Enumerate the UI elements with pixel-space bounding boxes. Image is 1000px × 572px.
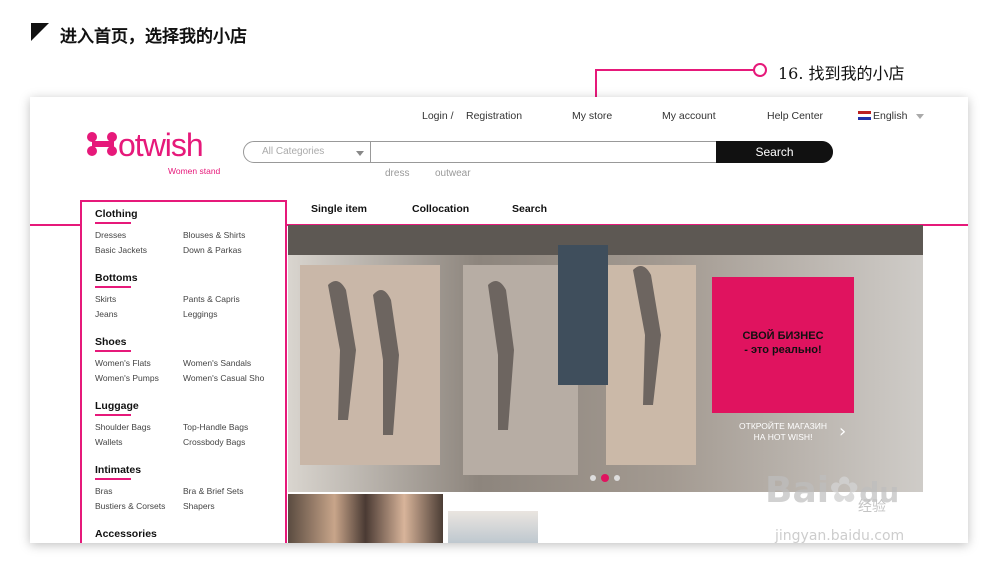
category-group-accessories: Accessories <box>95 528 157 540</box>
category-item[interactable]: Crossbody Bags <box>183 437 245 447</box>
promo-line-1: СВОЙ БИЗНЕС <box>742 330 824 342</box>
promo-line-2: - это реально! <box>744 344 822 357</box>
slider-dot[interactable] <box>614 475 620 481</box>
category-item[interactable]: Bras <box>95 486 112 496</box>
login-link[interactable]: Login / <box>422 110 454 122</box>
help-center-link[interactable]: Help Center <box>767 110 823 122</box>
my-store-link[interactable]: My store <box>572 110 612 122</box>
watermark-cn: 经验 <box>858 499 886 515</box>
language-label: English <box>873 110 908 122</box>
category-group-luggage: Luggage <box>95 400 139 416</box>
slider-dot[interactable] <box>590 475 596 481</box>
search-hint-outwear[interactable]: outwear <box>435 168 471 179</box>
nav-collocation[interactable]: Collocation <box>412 203 469 215</box>
category-item[interactable]: Shapers <box>183 501 215 511</box>
category-item[interactable]: Top-Handle Bags <box>183 422 248 432</box>
category-item[interactable]: Bustiers & Corsets <box>95 501 165 511</box>
product-thumbnail[interactable] <box>448 511 538 543</box>
category-group-bottoms: Bottoms <box>95 272 138 288</box>
search-hint-dress[interactable]: dress <box>385 168 409 179</box>
category-item[interactable]: Blouses & Shirts <box>183 230 245 240</box>
callout-text: 16. 找到我的小店 <box>778 64 905 83</box>
hero-banner[interactable]: СВОЙ БИЗНЕС - это реально! ОТКРОЙТЕ МАГА… <box>288 225 923 492</box>
cta-line-1: ОТКРОЙТЕ МАГАЗИН <box>739 421 827 431</box>
callout-dot-icon <box>753 63 767 77</box>
my-account-link[interactable]: My account <box>662 110 716 122</box>
category-title[interactable]: Shoes <box>95 336 131 348</box>
category-item[interactable]: Wallets <box>95 437 123 447</box>
title-underline <box>95 478 131 480</box>
category-item[interactable]: Women's Sandals <box>183 358 251 368</box>
category-item[interactable]: Skirts <box>95 294 116 304</box>
title-underline <box>95 414 131 416</box>
cta-line-2: НА HOT WISH! <box>753 432 813 443</box>
category-item[interactable]: Women's Casual Sho <box>183 373 264 383</box>
language-select[interactable]: English <box>858 110 907 122</box>
category-item[interactable]: Pants & Capris <box>183 294 240 304</box>
search-divider <box>370 142 371 162</box>
category-select[interactable]: All Categories <box>262 146 324 157</box>
logo-subtitle: Women stand <box>168 166 221 176</box>
category-item[interactable]: Jeans <box>95 309 118 319</box>
category-title[interactable]: Luggage <box>95 400 139 412</box>
watermark-url: jingyan.baidu.com <box>775 528 905 544</box>
product-thumbnail[interactable] <box>288 494 443 543</box>
category-item[interactable]: Dresses <box>95 230 126 240</box>
search-button[interactable]: Search <box>716 141 833 163</box>
banner-image <box>288 225 923 492</box>
category-title[interactable]: Accessories <box>95 528 157 540</box>
watermark-brand: Bai <box>765 470 830 511</box>
uk-flag-icon <box>858 111 871 120</box>
category-item[interactable]: Shoulder Bags <box>95 422 151 432</box>
category-group-intimates: Intimates <box>95 464 141 480</box>
category-group-shoes: Shoes <box>95 336 131 352</box>
language-caret-icon[interactable] <box>916 114 924 119</box>
logo-text[interactable]: otwish <box>118 127 204 164</box>
category-item[interactable]: Down & Parkas <box>183 245 242 255</box>
search-input[interactable] <box>374 144 714 160</box>
instruction-title: 进入首页，选择我的小店 <box>60 27 247 47</box>
logo-mark-icon[interactable] <box>86 129 122 159</box>
title-underline <box>95 350 131 352</box>
category-item[interactable]: Basic Jackets <box>95 245 147 255</box>
registration-link[interactable]: Registration <box>466 110 522 122</box>
chevron-right-icon[interactable]: › <box>839 421 846 442</box>
category-group-clothing: Clothing <box>95 208 138 224</box>
instruction-page: 进入首页，选择我的小店 16. 找到我的小店 Login / Registrat… <box>0 0 1000 572</box>
paw-icon: ✿ <box>829 470 860 511</box>
slider-dot[interactable] <box>601 474 609 482</box>
category-sidebar: Clothing Dresses Blouses & Shirts Basic … <box>80 200 287 543</box>
category-title[interactable]: Bottoms <box>95 272 138 284</box>
instruction-marker-icon <box>31 23 49 41</box>
category-item[interactable]: Leggings <box>183 309 218 319</box>
nav-single-item[interactable]: Single item <box>311 203 367 215</box>
title-underline <box>95 222 131 224</box>
category-title[interactable]: Clothing <box>95 208 138 220</box>
promo-headline: СВОЙ БИЗНЕС - это реально! <box>712 329 854 358</box>
promo-cta[interactable]: ОТКРОЙТЕ МАГАЗИН НА HOT WISH! <box>718 421 848 443</box>
category-item[interactable]: Women's Pumps <box>95 373 159 383</box>
nav-search[interactable]: Search <box>512 203 547 215</box>
category-item[interactable]: Bra & Brief Sets <box>183 486 243 496</box>
category-title[interactable]: Intimates <box>95 464 141 476</box>
title-underline <box>95 286 131 288</box>
category-item[interactable]: Women's Flats <box>95 358 151 368</box>
search-bar: All Categories Search <box>243 141 833 163</box>
chevron-down-icon[interactable] <box>356 151 364 156</box>
callout-line-horizontal <box>596 69 756 71</box>
